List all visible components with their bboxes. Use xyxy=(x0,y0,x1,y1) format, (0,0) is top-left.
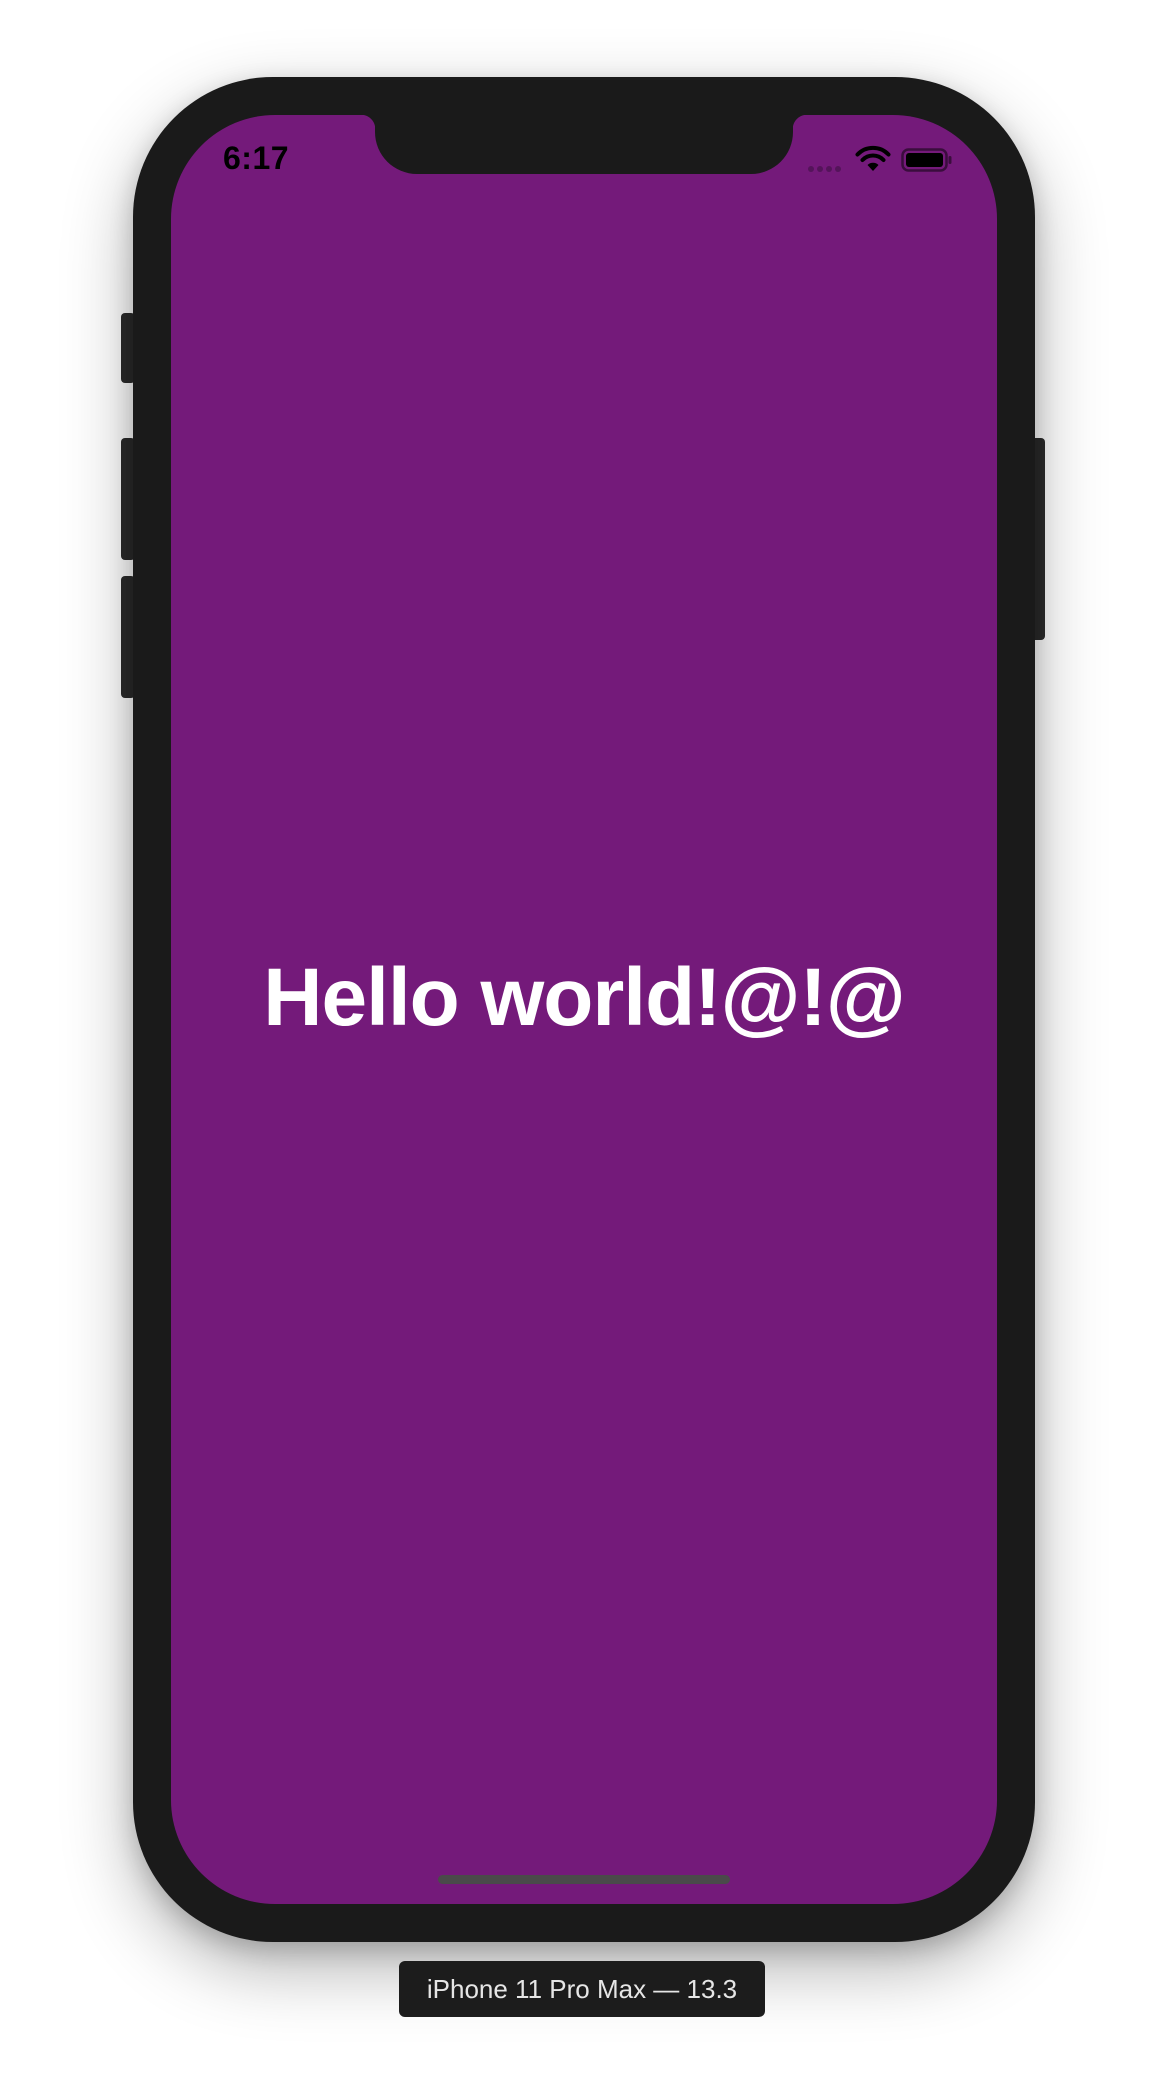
signal-dots-icon xyxy=(808,166,841,172)
device-frame: 6:17 Hello world!@!@ xyxy=(133,77,1035,1942)
app-screen[interactable]: 6:17 Hello world!@!@ xyxy=(171,115,997,1904)
status-bar-time: 6:17 xyxy=(223,140,290,176)
hello-world-label: Hello world!@!@ xyxy=(263,952,905,1043)
home-indicator[interactable] xyxy=(438,1875,730,1884)
device-name-label: iPhone 11 Pro Max — 13.3 xyxy=(399,1961,765,2017)
simulator-window: 6:17 Hello world!@!@ iPhone 11 Pro Max —… xyxy=(0,0,1168,2094)
wifi-icon xyxy=(855,145,891,171)
battery-icon xyxy=(901,148,952,172)
notch xyxy=(361,115,807,174)
